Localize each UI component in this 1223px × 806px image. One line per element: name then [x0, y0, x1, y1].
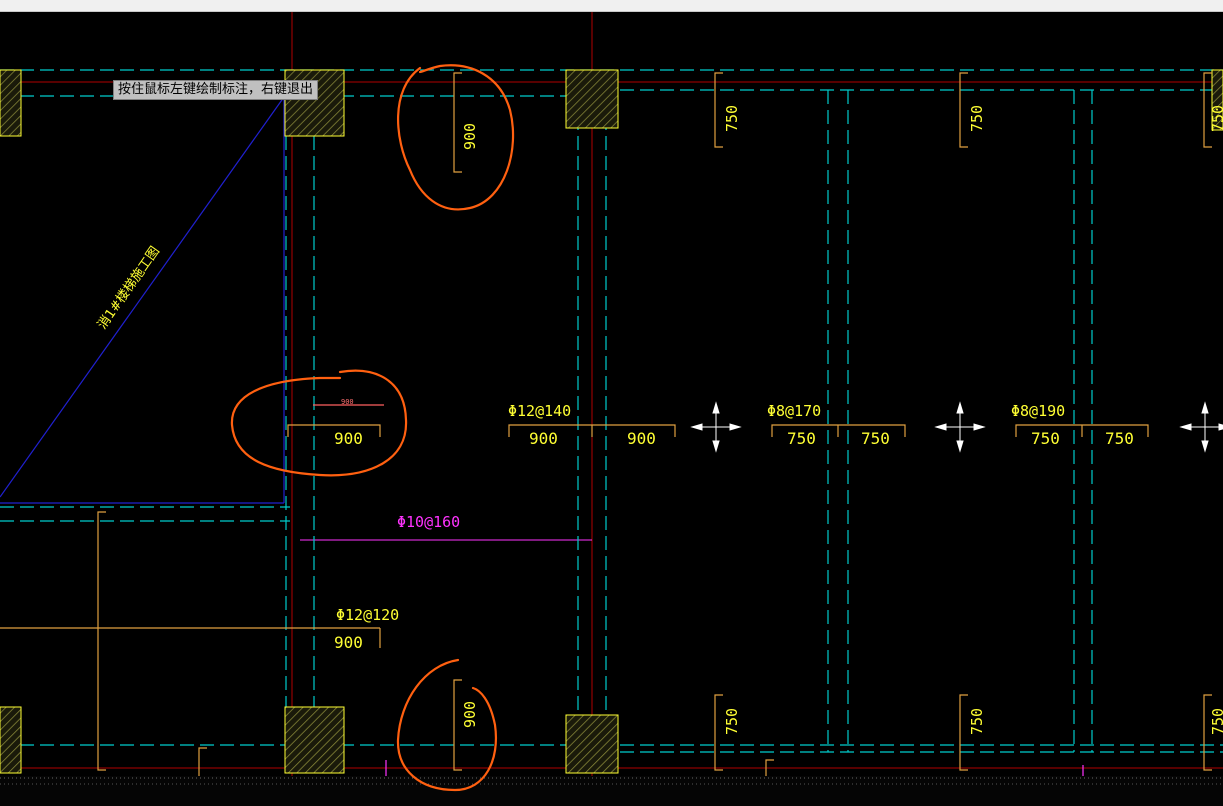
dim-top-750-a: 750: [723, 105, 741, 132]
bottom-dotted-strip: [0, 776, 1223, 806]
dim-top-750-b: 750: [968, 105, 986, 132]
span1-right: 900: [627, 429, 656, 448]
crosshair-icon: [690, 401, 742, 453]
dim-mid-900-small: 900: [341, 398, 354, 406]
rebar-label-a: Φ12@140: [508, 402, 571, 420]
dim-bot-750-c: 750: [1209, 708, 1223, 735]
span1-left: 900: [529, 429, 558, 448]
rebar-label-d: Φ10@160: [397, 513, 460, 531]
crosshair-icon: [934, 401, 986, 453]
crosshair-icon: [1179, 401, 1223, 453]
dim-mid-900: 900: [334, 429, 363, 448]
beam-lines: [0, 69, 1223, 770]
span2-left: 750: [787, 429, 816, 448]
dim-bot-750-a: 750: [723, 708, 741, 735]
dim-top-750-c: 750: [1209, 105, 1223, 132]
diagonal-label: 消1#楼梯施工图: [95, 244, 163, 332]
markup-circles: [230, 64, 515, 792]
stair-region: [0, 96, 285, 504]
span2-right: 750: [861, 429, 890, 448]
span3-left: 750: [1031, 429, 1060, 448]
dim-top-900: 900: [461, 123, 479, 150]
span3-right: 750: [1105, 429, 1134, 448]
rebar-label-c: Φ8@190: [1011, 402, 1065, 420]
dim-left-900: 900: [334, 633, 363, 652]
title-bar: [0, 0, 1223, 12]
columns: [0, 69, 1223, 774]
command-tooltip: 按住鼠标左键绘制标注，右键退出: [113, 80, 319, 100]
rebar-label-e: Φ12@120: [336, 606, 399, 624]
rebar-label-b: Φ8@170: [767, 402, 821, 420]
cad-canvas[interactable]: 消1#楼梯施工图 900 900 750 750 750 750 750 750…: [0, 12, 1223, 806]
dim-bot-750-b: 750: [968, 708, 986, 735]
dim-bot-900: 900: [461, 701, 479, 728]
